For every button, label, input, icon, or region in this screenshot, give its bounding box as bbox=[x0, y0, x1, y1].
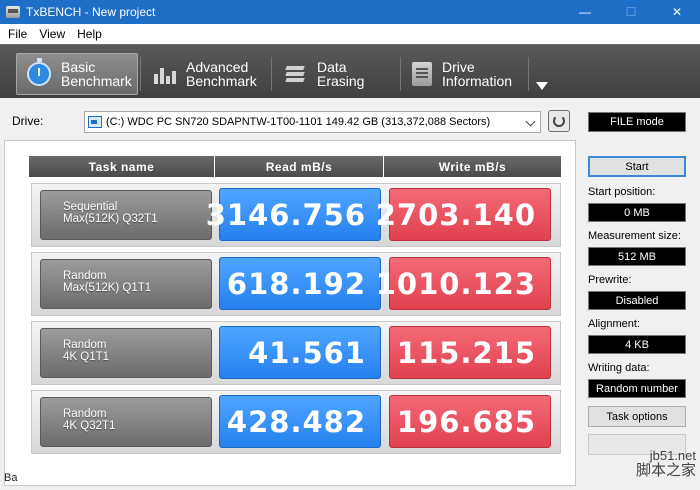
watermark-name: 脚本之家 bbox=[635, 462, 696, 479]
tab-line2: Benchmark bbox=[61, 73, 132, 89]
start-button[interactable]: Start bbox=[588, 156, 686, 177]
results-panel: Task name Read mB/s Write mB/s Sequentia… bbox=[4, 140, 576, 486]
prewrite-field[interactable]: Disabled bbox=[588, 291, 686, 310]
erase-icon bbox=[283, 62, 307, 86]
menu-help[interactable]: Help bbox=[71, 24, 108, 44]
tab-advanced-benchmark[interactable]: Advanced Benchmark bbox=[142, 53, 270, 95]
watermark: jb51.net 脚本之家 bbox=[636, 448, 696, 478]
read-value: 3146.756 bbox=[206, 188, 381, 241]
write-value: 196.685 bbox=[389, 395, 551, 448]
tab-drive-information-label: Drive Information bbox=[442, 60, 512, 88]
chevron-down-icon bbox=[525, 116, 536, 127]
toolbar-divider bbox=[271, 57, 272, 91]
task-name-line2: 4K Q32T1 bbox=[63, 420, 116, 432]
start-position-label: Start position: bbox=[588, 186, 656, 198]
task-button-seq-q32t1[interactable]: Sequential Max(512K) Q32T1 bbox=[40, 190, 212, 240]
column-header-read: Read mB/s bbox=[215, 156, 383, 177]
toolbar-more-arrow-icon[interactable] bbox=[536, 82, 548, 90]
read-value: 41.561 bbox=[219, 326, 381, 379]
tab-basic-benchmark[interactable]: Basic Benchmark bbox=[16, 53, 138, 95]
tab-line2: Information bbox=[442, 73, 513, 89]
tab-drive-information[interactable]: Drive Information bbox=[402, 53, 526, 95]
measurement-size-label: Measurement size: bbox=[588, 230, 681, 242]
menu-file[interactable]: File bbox=[0, 24, 33, 44]
writing-data-field[interactable]: Random number bbox=[588, 379, 686, 398]
column-header-write: Write mB/s bbox=[384, 156, 561, 177]
menu-view[interactable]: View bbox=[33, 24, 71, 44]
task-name-line1: Random bbox=[63, 339, 107, 351]
read-value: 428.482 bbox=[219, 395, 381, 448]
measurement-size-field[interactable]: 512 MB bbox=[588, 247, 686, 266]
task-name-line1: Random bbox=[63, 270, 107, 282]
close-button[interactable]: ✕ bbox=[654, 0, 700, 24]
drive-selected-value: (C:) WDC PC SN720 SDAPNTW-1T00-1101 149.… bbox=[106, 116, 491, 128]
status-text: Ba bbox=[4, 472, 18, 484]
tab-data-erasing[interactable]: Data Erasing bbox=[273, 53, 397, 95]
menu-bar: File View Help bbox=[0, 24, 700, 44]
drive-icon bbox=[412, 62, 432, 86]
title-bar: TxBENCH - New project — ☐ ✕ bbox=[0, 0, 700, 24]
drive-label: Drive: bbox=[12, 114, 44, 128]
window-controls: — ☐ ✕ bbox=[562, 0, 700, 24]
tab-data-erasing-label: Data Erasing bbox=[317, 59, 365, 89]
write-value: 2703.140 bbox=[376, 188, 551, 241]
prewrite-label: Prewrite: bbox=[588, 274, 632, 286]
minimize-button[interactable]: — bbox=[562, 0, 608, 24]
task-name-line1: Sequential bbox=[63, 201, 118, 213]
stopwatch-icon bbox=[27, 58, 51, 86]
result-row: Random 4K Q1T1 41.561 115.215 bbox=[31, 321, 561, 385]
column-header-task: Task name bbox=[29, 156, 214, 177]
tab-basic-benchmark-label: Basic Benchmark bbox=[61, 60, 132, 88]
task-name-line1: Random bbox=[63, 408, 107, 420]
window-title: TxBENCH - New project bbox=[26, 5, 156, 19]
toolbar-divider bbox=[528, 57, 529, 91]
result-row: Sequential Max(512K) Q32T1 3146.756 2703.… bbox=[31, 183, 561, 247]
read-value: 618.192 bbox=[219, 257, 381, 310]
write-value: 115.215 bbox=[389, 326, 551, 379]
file-mode-indicator: FILE mode bbox=[588, 112, 686, 132]
task-button-rand-4k-q32t1[interactable]: Random 4K Q32T1 bbox=[40, 397, 212, 447]
toolbar-divider bbox=[140, 57, 141, 91]
alignment-label: Alignment: bbox=[588, 318, 640, 330]
task-button-rand-4k-q1t1[interactable]: Random 4K Q1T1 bbox=[40, 328, 212, 378]
task-name-line2: Max(512K) Q1T1 bbox=[63, 282, 152, 294]
tab-line2: Benchmark bbox=[186, 73, 257, 89]
refresh-button[interactable] bbox=[548, 110, 570, 132]
alignment-field[interactable]: 4 KB bbox=[588, 335, 686, 354]
toolbar: Basic Benchmark Advanced Benchmark Data Er… bbox=[0, 44, 700, 98]
task-button-rand-q1t1[interactable]: Random Max(512K) Q1T1 bbox=[40, 259, 212, 309]
task-options-button[interactable]: Task options bbox=[588, 406, 686, 427]
result-row: Random 4K Q32T1 428.482 196.685 bbox=[31, 390, 561, 454]
disk-icon bbox=[88, 116, 102, 128]
maximize-button[interactable]: ☐ bbox=[608, 0, 654, 24]
toolbar-divider bbox=[400, 57, 401, 91]
tab-advanced-benchmark-label: Advanced Benchmark bbox=[186, 60, 257, 88]
write-value: 1010.123 bbox=[376, 257, 551, 310]
watermark-site: jb51.net bbox=[649, 448, 696, 463]
task-name-line2: 4K Q1T1 bbox=[63, 351, 110, 363]
bar-chart-icon bbox=[152, 62, 176, 86]
writing-data-label: Writing data: bbox=[588, 362, 650, 374]
drive-select[interactable]: (C:) WDC PC SN720 SDAPNTW-1T00-1101 149.… bbox=[84, 111, 541, 133]
refresh-icon bbox=[553, 115, 565, 127]
app-icon bbox=[6, 6, 20, 18]
task-name-line2: Max(512K) Q32T1 bbox=[63, 213, 158, 225]
start-position-field[interactable]: 0 MB bbox=[588, 203, 686, 222]
result-row: Random Max(512K) Q1T1 618.192 1010.123 bbox=[31, 252, 561, 316]
